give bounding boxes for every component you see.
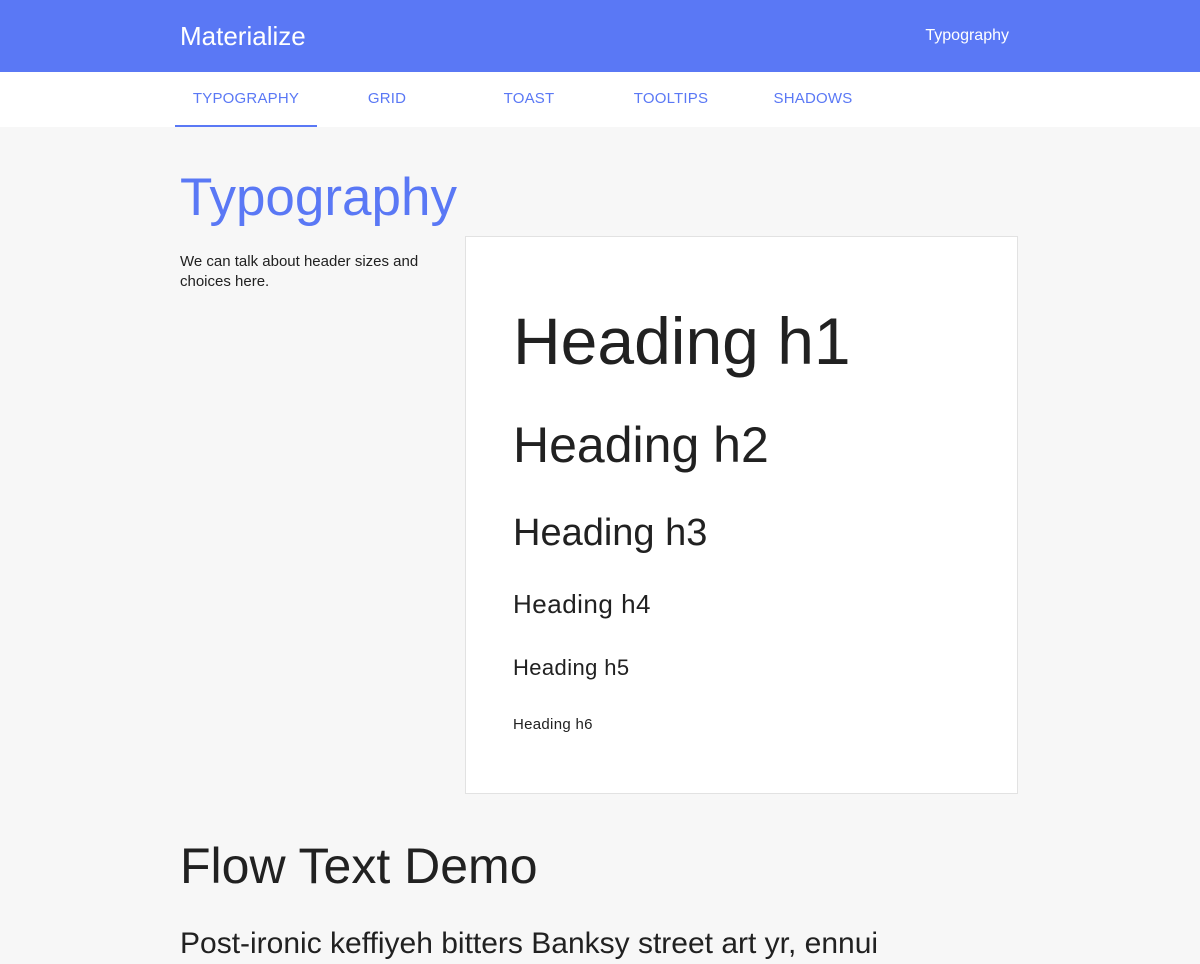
headings-card: Heading h1 Heading h2 Heading h3 Heading… — [465, 236, 1018, 794]
nav-link-typography[interactable]: Typography — [925, 24, 1009, 48]
heading-h3-sample: Heading h3 — [513, 512, 708, 554]
tab-toast[interactable]: TOAST — [458, 72, 600, 127]
flow-text-title: Flow Text Demo — [180, 838, 538, 894]
flow-text-paragraph: Post-ironic keffiyeh bitters Banksy stre… — [180, 927, 879, 960]
tab-grid[interactable]: GRID — [316, 72, 458, 127]
heading-h4-sample: Heading h4 — [513, 589, 651, 619]
heading-h1-sample: Heading h1 — [513, 304, 851, 378]
active-tab-indicator — [175, 125, 317, 127]
brand-logo[interactable]: Materialize — [180, 18, 306, 54]
typography-intro-text: We can talk about header sizes and choic… — [180, 253, 419, 290]
heading-h2-sample: Heading h2 — [513, 417, 769, 473]
tab-shadows[interactable]: SHADOWS — [742, 72, 884, 127]
tab-typography[interactable]: TYPOGRAPHY — [175, 72, 317, 127]
tab-tooltips[interactable]: TOOLTIPS — [600, 72, 742, 127]
heading-h5-sample: Heading h5 — [513, 655, 630, 680]
tab-bar: TYPOGRAPHY GRID TOAST TOOLTIPS SHADOWS — [0, 72, 1200, 127]
heading-h6-sample: Heading h6 — [513, 716, 593, 733]
section-title-typography: Typography — [180, 168, 457, 227]
top-navbar: Materialize Typography — [0, 0, 1200, 72]
